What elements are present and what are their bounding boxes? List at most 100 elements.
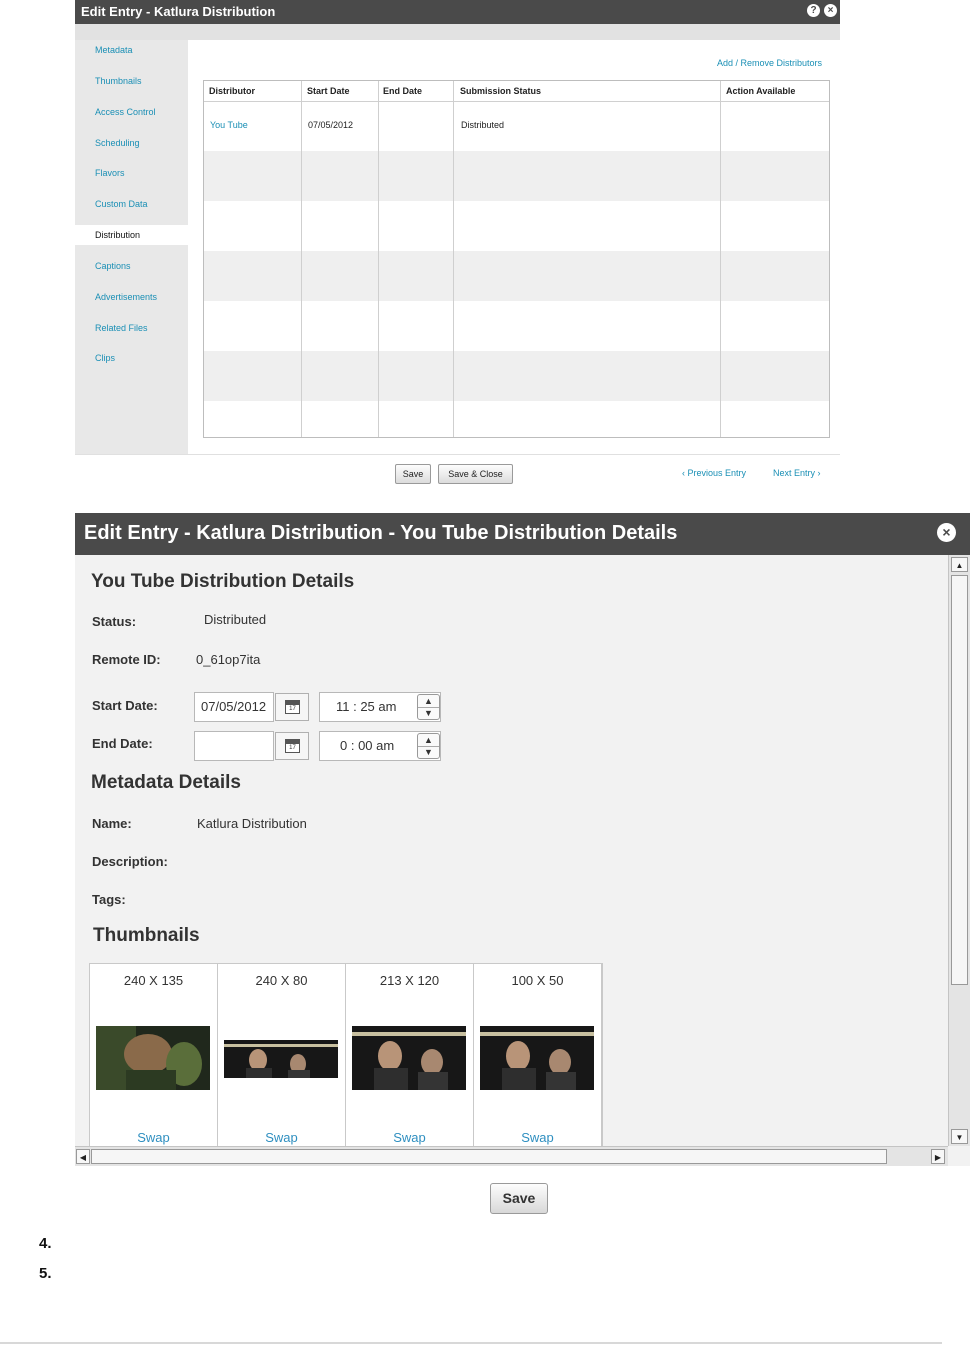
thumbnail-cell: 100 X 50 Swap (474, 964, 602, 1146)
save-button[interactable]: Save (490, 1183, 548, 1214)
sidebar-item-distribution[interactable]: Distribution (75, 225, 188, 245)
close-icon[interactable]: × (824, 4, 837, 17)
sidebar-item-thumbnails[interactable]: Thumbnails (75, 71, 188, 91)
end-date-input[interactable] (194, 731, 274, 761)
thumbnail-dimensions: 213 X 120 (379, 973, 440, 988)
next-entry-link[interactable]: Next Entry › (773, 468, 821, 478)
thumbnail-image (224, 1040, 338, 1078)
entry-sidebar: Metadata Thumbnails Access Control Sched… (75, 40, 188, 454)
scrollbar-thumb[interactable] (951, 575, 968, 985)
calendar-icon: 17 (285, 700, 300, 714)
remote-id-value: 0_61op7ita (196, 652, 261, 667)
status-label: Status: (92, 614, 137, 629)
swap-link[interactable]: Swap (218, 1130, 345, 1145)
swap-link[interactable]: Swap (90, 1130, 217, 1145)
column-header-action-available[interactable]: Action Available (721, 81, 795, 101)
table-row (204, 401, 829, 437)
list-number: 4. (39, 1235, 52, 1252)
cell-distributor[interactable]: You Tube (204, 120, 248, 130)
page-divider (0, 1342, 942, 1344)
column-header-distributor[interactable]: Distributor (204, 81, 255, 101)
start-date-label: Start Date: (92, 698, 158, 713)
chevron-down-icon[interactable]: ▼ (418, 707, 439, 719)
thumbnails-grid: 240 X 135 Swap 240 X 80 Swap 213 X 120 S… (89, 963, 603, 1146)
table-header: Distributor Start Date End Date Submissi… (204, 81, 829, 102)
title-band (75, 24, 840, 40)
thumbnail-image (352, 1026, 466, 1090)
horizontal-scrollbar[interactable]: ◀ ▶ (75, 1146, 948, 1166)
column-header-start-date[interactable]: Start Date (302, 81, 350, 101)
column-header-submission-status[interactable]: Submission Status (455, 81, 541, 101)
name-label: Name: (92, 816, 132, 831)
section-title: You Tube Distribution Details (91, 571, 355, 592)
sidebar-item-access-control[interactable]: Access Control (75, 102, 188, 122)
save-close-button[interactable]: Save & Close (438, 464, 513, 484)
dialog-footer: Save (75, 1166, 970, 1225)
name-value: Katlura Distribution (197, 816, 307, 831)
add-remove-distributors-link[interactable]: Add / Remove Distributors (717, 58, 822, 68)
sidebar-item-clips[interactable]: Clips (75, 348, 188, 368)
remote-id-label: Remote ID: (92, 652, 161, 667)
cell-status: Distributed (461, 120, 505, 130)
dialog-title: Edit Entry - Katlura Distribution - You … (84, 522, 678, 544)
swap-link[interactable]: Swap (346, 1130, 473, 1145)
tags-label: Tags: (92, 892, 126, 907)
end-time-spinner[interactable]: ▲ ▼ (417, 733, 440, 759)
sidebar-item-metadata[interactable]: Metadata (75, 40, 188, 60)
close-icon[interactable]: × (937, 523, 956, 542)
table-row (204, 201, 829, 251)
start-date-input[interactable]: 07/05/2012 (194, 692, 274, 722)
column-header-end-date[interactable]: End Date (378, 81, 422, 101)
distribution-details-dialog: Edit Entry - Katlura Distribution - You … (75, 513, 970, 1225)
scrollbar-thumb[interactable] (91, 1149, 887, 1164)
sidebar-item-flavors[interactable]: Flavors (75, 163, 188, 183)
metadata-title: Metadata Details (91, 772, 241, 793)
description-label: Description: (92, 854, 168, 869)
scroll-right-icon[interactable]: ▶ (931, 1149, 945, 1164)
sidebar-item-captions[interactable]: Captions (75, 256, 188, 276)
end-date-calendar-button[interactable]: 17 (275, 732, 309, 760)
table-row (204, 301, 829, 351)
sidebar-item-custom-data[interactable]: Custom Data (75, 194, 188, 214)
scroll-down-icon[interactable]: ▼ (951, 1129, 968, 1144)
start-date-calendar-button[interactable]: 17 (275, 693, 309, 721)
status-value: Distributed (204, 612, 267, 627)
column-divider (720, 81, 721, 437)
start-time-spinner[interactable]: ▲ ▼ (417, 694, 440, 720)
thumbnail-cell: 213 X 120 Swap (346, 964, 474, 1146)
thumbnail-image (96, 1026, 210, 1090)
dialog-title: Edit Entry - Katlura Distribution (81, 4, 276, 19)
dialog-title-bar: Edit Entry - Katlura Distribution - You … (75, 513, 970, 555)
sidebar-item-scheduling[interactable]: Scheduling (75, 133, 188, 153)
vertical-scrollbar[interactable]: ▲ ▼ (948, 555, 970, 1146)
sidebar-item-advertisements[interactable]: Advertisements (75, 287, 188, 307)
thumbnail-image (480, 1026, 594, 1090)
previous-entry-link[interactable]: ‹ Previous Entry (682, 468, 746, 478)
thumbnail-cell: 240 X 80 Swap (218, 964, 346, 1146)
thumbnail-image (224, 1040, 338, 1078)
thumbnail-dimensions: 100 X 50 (511, 973, 564, 988)
table-row (204, 251, 829, 301)
thumbnail-image (352, 1026, 466, 1090)
start-time-value: 11 : 25 am (336, 699, 397, 714)
table-row[interactable] (204, 101, 829, 151)
scroll-left-icon[interactable]: ◀ (76, 1149, 90, 1164)
chevron-down-icon[interactable]: ▼ (418, 746, 439, 758)
calendar-icon: 17 (285, 739, 300, 753)
help-icon[interactable]: ? (807, 4, 820, 17)
end-time-stepper[interactable]: 0 : 00 am ▲ ▼ (319, 731, 441, 761)
save-button[interactable]: Save (395, 464, 431, 484)
end-time-value: 0 : 00 am (340, 738, 395, 753)
distributors-table: Distributor Start Date End Date Submissi… (203, 80, 830, 438)
swap-link[interactable]: Swap (474, 1130, 601, 1145)
start-time-stepper[interactable]: 11 : 25 am ▲ ▼ (319, 692, 441, 722)
end-date-label: End Date: (92, 736, 153, 751)
cell-start-date: 07/05/2012 (308, 120, 354, 130)
list-number: 5. (39, 1265, 52, 1282)
thumbnail-image (96, 1026, 210, 1090)
sidebar-item-related-files[interactable]: Related Files (75, 318, 188, 338)
thumbnail-dimensions: 240 X 135 (123, 973, 184, 988)
column-divider (378, 81, 379, 437)
column-divider (301, 81, 302, 437)
scroll-up-icon[interactable]: ▲ (951, 557, 968, 572)
